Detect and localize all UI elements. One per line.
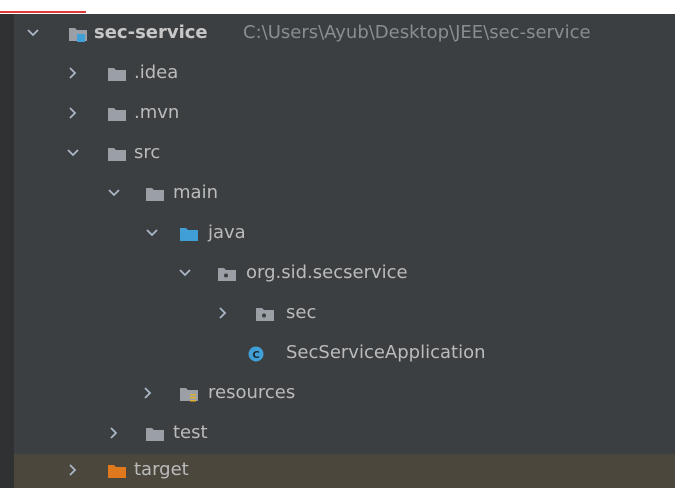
package-icon <box>256 308 274 321</box>
chevron-right-icon[interactable] <box>66 463 80 477</box>
right-edge <box>675 14 681 488</box>
excluded-folder-icon <box>108 465 126 478</box>
module-path: C:\Users\Ayub\Desktop\JEE\sec-service <box>243 22 591 43</box>
top-strip <box>0 0 681 14</box>
folder-icon <box>108 148 126 161</box>
tree-row-label: resources <box>208 382 296 403</box>
tree-row-label: org.sid.secservice <box>246 262 408 283</box>
chevron-down-icon[interactable] <box>145 226 159 240</box>
tree-row-sec[interactable]: sec <box>14 294 675 334</box>
chevron-down-icon[interactable] <box>178 266 192 280</box>
tree-row-main[interactable]: main <box>14 174 675 214</box>
tree-row-label: .mvn <box>134 102 180 123</box>
tree-row-label: .idea <box>134 62 179 83</box>
tree-row-resources[interactable]: resources <box>14 374 675 414</box>
folder-icon <box>146 428 164 441</box>
tree-row-label: target <box>134 459 189 480</box>
tree-row-sec-service[interactable]: sec-service C:\Users\Ayub\Desktop\JEE\se… <box>14 14 675 54</box>
tree-row-src[interactable]: src <box>14 134 675 174</box>
chevron-right-icon[interactable] <box>141 386 155 400</box>
tree-row-label: SecServiceApplication <box>286 342 486 363</box>
tree-row-java[interactable]: java <box>14 214 675 254</box>
module-folder-icon <box>69 28 87 42</box>
resources-folder-icon <box>180 388 198 402</box>
project-tree: sec-service C:\Users\Ayub\Desktop\JEE\se… <box>14 14 675 488</box>
class-icon: C <box>248 346 264 362</box>
tree-row-test[interactable]: test <box>14 414 675 454</box>
chevron-right-icon[interactable] <box>107 426 121 440</box>
chevron-down-icon[interactable] <box>66 146 80 160</box>
chevron-down-icon[interactable] <box>26 26 40 40</box>
left-gutter <box>0 14 14 488</box>
tree-row-org-sid-secservice[interactable]: org.sid.secservice <box>14 254 675 294</box>
tree-row-label: java <box>208 222 246 243</box>
tree-row-idea[interactable]: .idea <box>14 54 675 94</box>
tree-row-label: sec <box>286 302 317 323</box>
svg-text:C: C <box>252 350 259 361</box>
tree-row-label: main <box>173 182 218 203</box>
chevron-down-icon[interactable] <box>107 186 121 200</box>
package-icon <box>218 268 236 281</box>
tree-row-secserviceapplication[interactable]: C SecServiceApplication <box>14 334 675 374</box>
folder-icon <box>108 108 126 121</box>
tree-row-label: test <box>173 422 208 443</box>
folder-icon <box>146 188 164 201</box>
chevron-right-icon[interactable] <box>66 66 80 80</box>
module-name: sec-service <box>94 22 208 43</box>
red-underline <box>0 11 86 13</box>
tree-row-mvn[interactable]: .mvn <box>14 94 675 134</box>
folder-icon <box>108 68 126 81</box>
tree-row-label: src <box>134 142 161 163</box>
chevron-right-icon[interactable] <box>216 306 230 320</box>
tree-row-target[interactable]: target <box>14 454 675 488</box>
chevron-right-icon[interactable] <box>66 106 80 120</box>
source-root-folder-icon <box>180 228 198 241</box>
